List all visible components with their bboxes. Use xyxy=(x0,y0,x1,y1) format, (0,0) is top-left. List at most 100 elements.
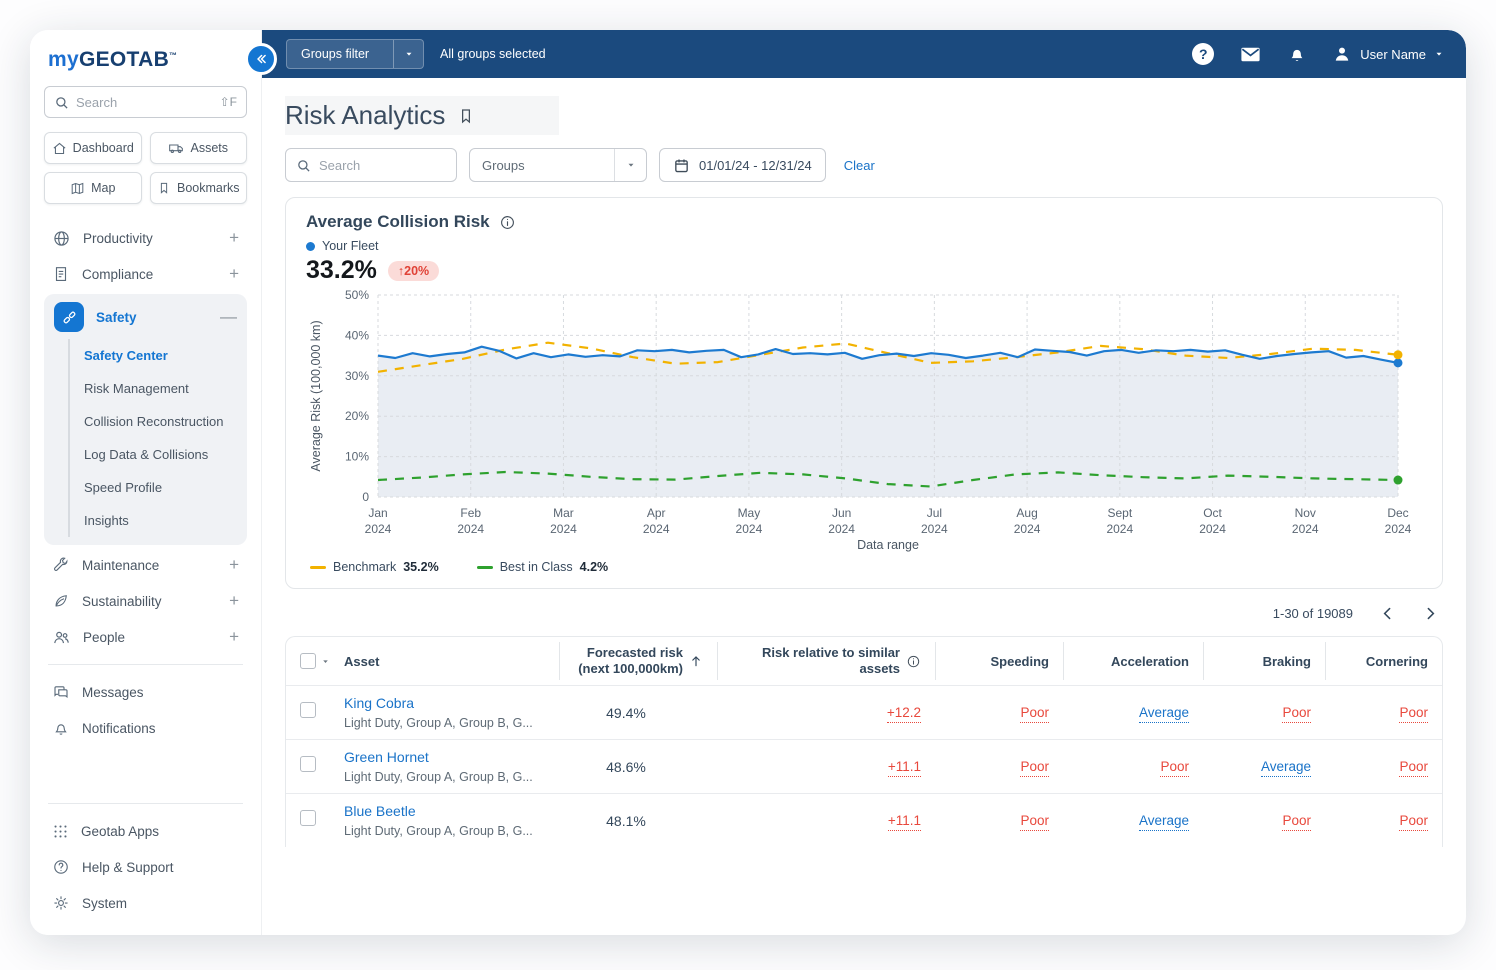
relative-risk-value[interactable]: +11.1 xyxy=(888,813,921,831)
sidebar-search-input[interactable] xyxy=(76,95,213,110)
date-range-picker[interactable]: 01/01/24 - 12/31/24 xyxy=(659,148,826,182)
row-checkbox[interactable] xyxy=(300,810,316,826)
sidebar-item-safety[interactable]: Safety — xyxy=(50,299,241,335)
header-acceleration[interactable]: Acceleration xyxy=(1063,637,1203,685)
svg-text:2024: 2024 xyxy=(1199,522,1226,536)
speeding-rating[interactable]: Poor xyxy=(1020,705,1049,723)
bookmarks-button[interactable]: Bookmarks xyxy=(150,172,248,204)
chevron-down-icon[interactable] xyxy=(321,657,330,666)
sidebar-item-productivity[interactable]: Productivity + xyxy=(44,220,247,256)
divider xyxy=(48,803,243,804)
sidebar-item-collision-reconstruction[interactable]: Collision Reconstruction xyxy=(70,405,241,438)
sidebar-item-safety-center[interactable]: Safety Center xyxy=(70,339,241,372)
sidebar-item-geotab-apps[interactable]: Geotab Apps xyxy=(44,813,247,849)
sidebar-item-log-data-collisions[interactable]: Log Data & Collisions xyxy=(70,438,241,471)
acceleration-rating[interactable]: Poor xyxy=(1160,759,1189,777)
expand-plus-icon[interactable]: + xyxy=(229,627,239,647)
help-icon[interactable]: ? xyxy=(1192,43,1214,65)
help-icon xyxy=(52,858,70,876)
header-braking[interactable]: Braking xyxy=(1203,637,1325,685)
sidebar-item-system[interactable]: System xyxy=(44,885,247,921)
expand-plus-icon[interactable]: + xyxy=(229,591,239,611)
info-icon[interactable] xyxy=(499,214,516,231)
svg-text:2024: 2024 xyxy=(828,522,855,536)
sidebar-item-help-support[interactable]: Help & Support xyxy=(44,849,247,885)
sidebar-item-risk-management[interactable]: Risk Management xyxy=(70,372,241,405)
svg-text:Data range: Data range xyxy=(857,538,919,552)
cornering-rating[interactable]: Poor xyxy=(1399,705,1428,723)
sidebar-item-compliance[interactable]: Compliance + xyxy=(44,256,247,292)
sidebar-item-people[interactable]: People + xyxy=(44,619,247,655)
bell-icon[interactable] xyxy=(1287,44,1307,64)
svg-text:2024: 2024 xyxy=(1014,522,1041,536)
expand-plus-icon[interactable]: + xyxy=(229,555,239,575)
table-search-input[interactable] xyxy=(319,158,446,173)
filter-bar: Groups 01/01/24 - 12/31/24 Clear xyxy=(285,148,1443,182)
people-icon xyxy=(52,628,71,647)
row-checkbox[interactable] xyxy=(300,756,316,772)
asset-link[interactable]: Green Hornet xyxy=(344,749,429,765)
svg-text:2024: 2024 xyxy=(1385,522,1412,536)
braking-rating[interactable]: Poor xyxy=(1282,705,1311,723)
relative-risk-value[interactable]: +11.1 xyxy=(888,759,921,777)
assets-button[interactable]: Assets xyxy=(150,132,248,164)
bookmark-icon[interactable] xyxy=(457,107,475,125)
expand-plus-icon[interactable]: + xyxy=(229,264,239,284)
mail-icon[interactable] xyxy=(1239,43,1262,66)
select-all-checkbox[interactable] xyxy=(300,653,316,669)
map-button[interactable]: Map xyxy=(44,172,142,204)
groups-select-value: Groups xyxy=(470,149,614,181)
safety-section: Safety — Safety Center Risk Management C… xyxy=(44,294,247,545)
sidebar-collapse-button[interactable] xyxy=(245,43,277,75)
sidebar-item-speed-profile[interactable]: Speed Profile xyxy=(70,471,241,504)
user-menu[interactable]: User Name xyxy=(1332,44,1444,64)
sort-ascending-icon[interactable] xyxy=(689,654,703,668)
table-search[interactable] xyxy=(285,148,457,182)
speeding-rating[interactable]: Poor xyxy=(1020,759,1049,777)
acceleration-rating[interactable]: Average xyxy=(1139,705,1189,723)
divider xyxy=(48,664,243,665)
bookmark-icon xyxy=(157,181,171,195)
header-cornering[interactable]: Cornering xyxy=(1325,637,1442,685)
dashboard-button[interactable]: Dashboard xyxy=(44,132,142,164)
cornering-rating[interactable]: Poor xyxy=(1399,813,1428,831)
relative-risk-value[interactable]: +12.2 xyxy=(887,705,921,723)
chevron-down-icon[interactable] xyxy=(614,149,646,181)
previous-page-button[interactable] xyxy=(1379,605,1396,622)
sidebar-item-sustainability[interactable]: Sustainability + xyxy=(44,583,247,619)
table-row: Green Hornet Light Duty, Group A, Group … xyxy=(286,739,1442,793)
asset-link[interactable]: King Cobra xyxy=(344,695,414,711)
user-name-label: User Name xyxy=(1360,47,1426,62)
speeding-rating[interactable]: Poor xyxy=(1020,813,1049,831)
clear-filters-link[interactable]: Clear xyxy=(844,158,875,173)
header-speeding[interactable]: Speeding xyxy=(935,637,1063,685)
sidebar-item-messages[interactable]: Messages xyxy=(44,674,247,710)
acceleration-rating[interactable]: Average xyxy=(1139,813,1189,831)
groups-select[interactable]: Groups xyxy=(469,148,647,182)
table-header-row: Asset Forecasted risk (next 100,000km) R… xyxy=(286,637,1442,685)
cornering-rating[interactable]: Poor xyxy=(1399,759,1428,777)
asset-link[interactable]: Blue Beetle xyxy=(344,803,416,819)
header-risk-relative[interactable]: Risk relative to similar assets xyxy=(717,637,935,685)
asset-groups: Light Duty, Group A, Group B, G... xyxy=(344,824,559,838)
row-checkbox[interactable] xyxy=(300,702,316,718)
header-asset[interactable]: Asset xyxy=(344,637,559,685)
next-page-button[interactable] xyxy=(1422,605,1439,622)
search-icon xyxy=(54,95,69,110)
svg-text:2024: 2024 xyxy=(921,522,948,536)
braking-rating[interactable]: Average xyxy=(1261,759,1311,777)
sidebar-item-maintenance[interactable]: Maintenance + xyxy=(44,547,247,583)
chevron-down-icon[interactable] xyxy=(393,40,423,68)
groups-filter-label: Groups filter xyxy=(287,40,393,68)
braking-rating[interactable]: Poor xyxy=(1282,813,1311,831)
sidebar-item-notifications[interactable]: Notifications xyxy=(44,710,247,746)
header-forecasted-risk[interactable]: Forecasted risk (next 100,000km) xyxy=(559,637,717,685)
expand-plus-icon[interactable]: + xyxy=(229,228,239,248)
collapse-minus-icon[interactable]: — xyxy=(220,307,237,327)
groups-filter-button[interactable]: Groups filter xyxy=(286,39,424,69)
sidebar-item-insights[interactable]: Insights xyxy=(70,504,241,537)
svg-text:Sept: Sept xyxy=(1107,506,1132,520)
calendar-icon xyxy=(673,157,690,174)
info-icon[interactable] xyxy=(906,654,921,669)
sidebar-search[interactable]: ⇧F xyxy=(44,86,247,118)
